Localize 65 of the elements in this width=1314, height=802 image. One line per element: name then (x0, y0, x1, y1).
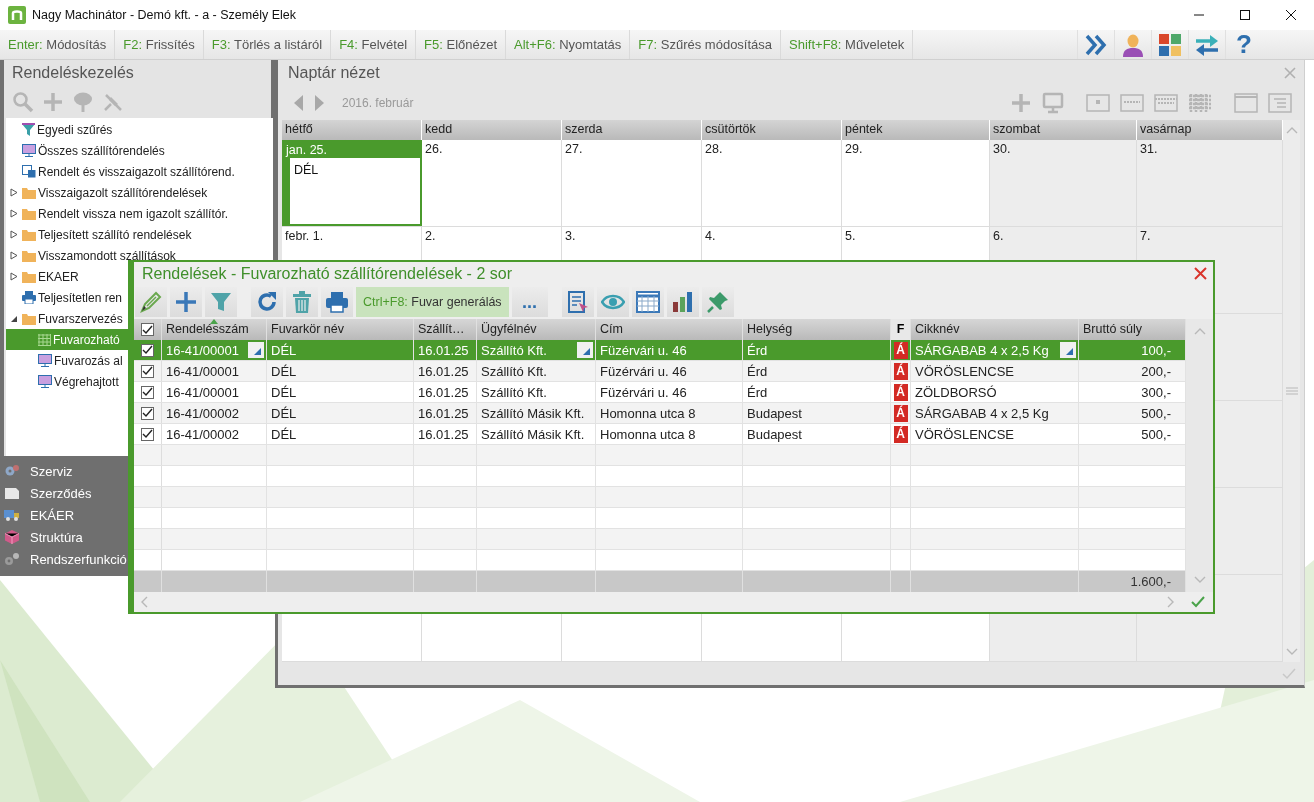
flag-badge: Á (893, 341, 908, 359)
table-cell: VÖRÖSLENCSE (915, 363, 1014, 379)
table-cell: 100,- (1141, 342, 1171, 358)
panel-title: Rendeléskezelés (11, 63, 135, 83)
table-cell: Budapest (747, 426, 802, 442)
table-cell: 16.01.25 (418, 384, 469, 400)
day-date: 30. (993, 142, 1011, 156)
table-cell: 16-41/00002 (166, 426, 239, 442)
month-label: 2016. február (342, 96, 414, 110)
table-cell: 500,- (1141, 405, 1171, 421)
table-cell: Szállító Másik Kft. (481, 405, 585, 421)
table-cell: ZÖLDBORSÓ (915, 384, 997, 400)
table-cell: DÉL (271, 342, 297, 358)
flag-badge: Á (893, 404, 908, 422)
table-cell: DÉL (271, 426, 297, 442)
table-cell: Szállító Másik Kft. (481, 426, 585, 442)
table-cell: Homonna utca 8 (600, 405, 696, 421)
table-cell: SÁRGABAB 4 x 2,5 Kg (915, 342, 1049, 358)
day-date: 31. (1140, 142, 1158, 156)
day-date: 4. (705, 229, 716, 243)
flag-badge: Á (893, 362, 908, 380)
day-date: 27. (565, 142, 583, 156)
day-date: 3. (565, 229, 576, 243)
table-cell: DÉL (271, 384, 297, 400)
table-cell: 16-41/00001 (166, 363, 239, 379)
table-cell: DÉL (271, 405, 297, 421)
table-cell: Szállító Kft. (481, 363, 547, 379)
table-cell: Füzérvári u. 46 (600, 363, 687, 379)
table-cell: Füzérvári u. 46 (600, 342, 687, 358)
flag-badge: Á (893, 425, 908, 443)
table-cell: Érd (747, 363, 768, 379)
table-cell: Érd (747, 342, 768, 358)
panel-title: Naptár nézet (288, 64, 380, 82)
day-date: 2. (425, 229, 436, 243)
table-cell: 16.01.25 (418, 363, 469, 379)
table-cell: 200,- (1141, 363, 1171, 379)
table-cell: Homonna utca 8 (600, 426, 696, 442)
table-cell: DÉL (271, 363, 297, 379)
table-cell: Érd (747, 384, 768, 400)
table-cell: 16-41/00001 (166, 342, 239, 358)
table-cell: Budapest (747, 405, 802, 421)
dialog-title: Rendelések - Fuvarozható szállítórendelések - 2 sor (142, 264, 512, 283)
day-date: 29. (845, 142, 863, 156)
day-date: 7. (1140, 229, 1151, 243)
flag-badge: Á (893, 383, 908, 401)
table-cell: Szállító Kft. (481, 342, 547, 358)
day-date: 6. (993, 229, 1004, 243)
table-cell: 16-41/00001 (166, 384, 239, 400)
day-date: jan. 25. (284, 142, 420, 158)
table-cell: 16-41/00002 (166, 405, 239, 421)
window-title: Nagy Machinátor - Demó kft. - a - Személy Elek (32, 8, 296, 22)
table-cell: Füzérvári u. 46 (600, 384, 687, 400)
table-cell: 500,- (1141, 426, 1171, 442)
table-cell: 300,- (1141, 384, 1171, 400)
day-date: 26. (425, 142, 443, 156)
table-cell: 16.01.25 (418, 405, 469, 421)
day-date: 5. (845, 229, 856, 243)
table-cell: 16.01.25 (418, 342, 469, 358)
total-value: 1.600,- (1130, 574, 1171, 590)
table-cell: Szállító Kft. (481, 384, 547, 400)
day-date: febr. 1. (285, 229, 324, 243)
table-cell: SÁRGABAB 4 x 2,5 Kg (915, 405, 1049, 421)
table-cell: VÖRÖSLENCSE (915, 426, 1014, 442)
table-cell: 16.01.25 (418, 426, 469, 442)
day-date: 28. (705, 142, 723, 156)
